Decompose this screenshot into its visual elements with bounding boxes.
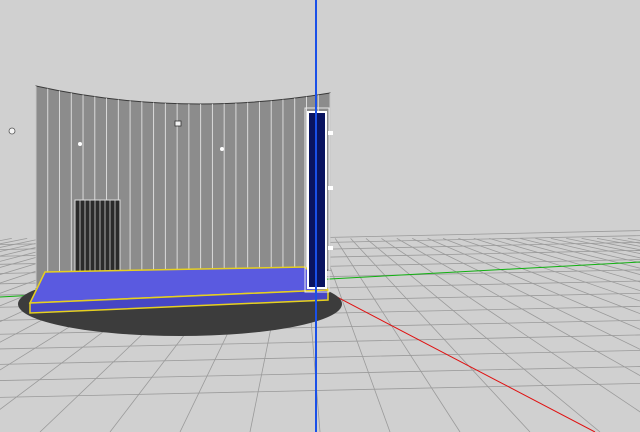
- grid-column-line: [381, 238, 640, 413]
- grid-column-line: [0, 238, 12, 242]
- gizmo-marker-icon[interactable]: [8, 127, 16, 135]
- 3d-viewport[interactable]: [0, 0, 640, 432]
- light-marker-icon[interactable]: [78, 142, 82, 146]
- viewport-canvas[interactable]: [0, 0, 640, 432]
- grid-column-line: [334, 238, 461, 432]
- wall-column[interactable]: [74, 199, 121, 277]
- grid-row-line: [0, 349, 640, 365]
- grid-column-line: [350, 238, 531, 432]
- camera-marker-icon[interactable]: [174, 120, 182, 127]
- anchor-marker-icon[interactable]: [220, 147, 224, 151]
